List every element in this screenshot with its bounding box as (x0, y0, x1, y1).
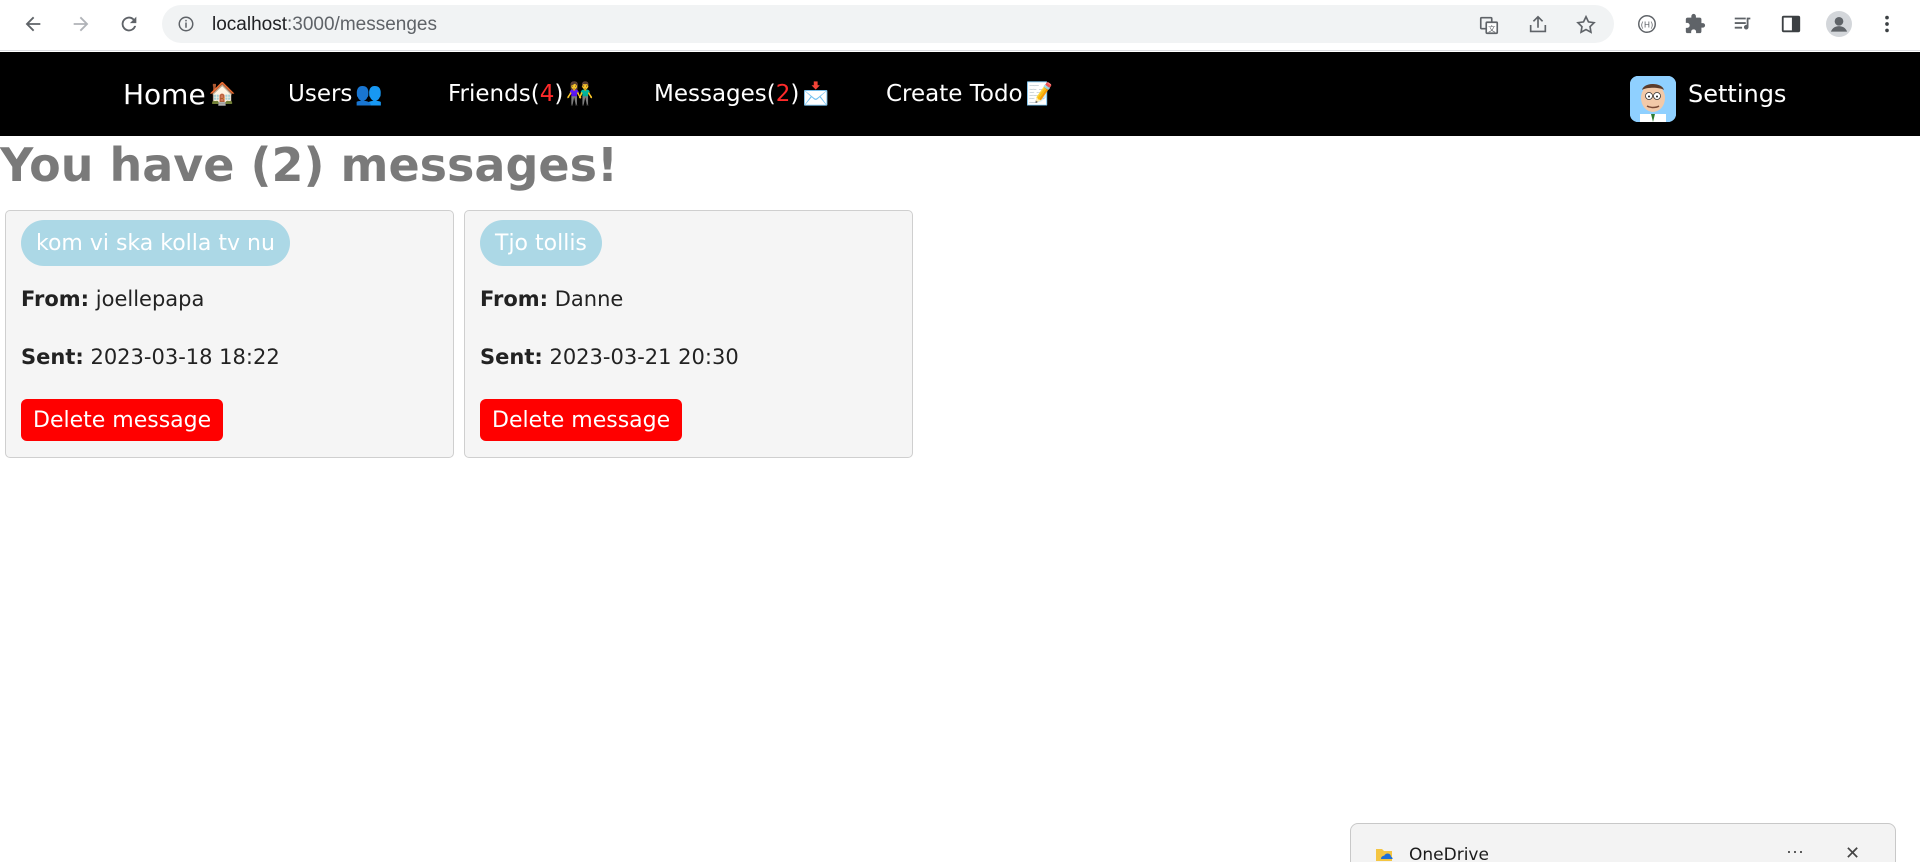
address-bar[interactable]: localhost:3000/messenges 文 (162, 5, 1614, 43)
sent-label: Sent: (480, 345, 543, 369)
bookmark-star-icon[interactable] (1575, 14, 1597, 36)
close-icon[interactable]: ✕ (1845, 843, 1860, 862)
site-info-icon[interactable] (177, 15, 195, 33)
more-options-icon[interactable]: ··· (1786, 841, 1804, 862)
message-from: From: joellepapa (21, 287, 204, 311)
extension-h-icon[interactable]: (H) (1634, 11, 1660, 37)
nav-messages-link[interactable]: Messages(2) 📩 (654, 52, 830, 136)
app-navbar: Home 🏠 Users 👥 Friends(4) 👫 Messages(2) … (0, 52, 1920, 136)
onedrive-notification[interactable]: OneDrive ··· ✕ (1350, 823, 1896, 862)
share-icon[interactable] (1527, 14, 1549, 36)
url-text: localhost:3000/messenges (212, 14, 437, 35)
sent-value: 2023-03-21 20:30 (549, 345, 739, 369)
svg-text:(H): (H) (1641, 20, 1654, 30)
message-subject: kom vi ska kolla tv nu (21, 220, 290, 266)
back-arrow-icon[interactable] (18, 9, 48, 39)
from-label: From: (480, 287, 549, 311)
translate-icon[interactable]: 文 (1478, 14, 1500, 36)
nav-create-todo-label: Create Todo (886, 81, 1023, 107)
from-label: From: (21, 287, 90, 311)
nav-home-link[interactable]: Home 🏠 (123, 52, 236, 136)
nav-settings-link[interactable]: Settings (1688, 52, 1786, 136)
nav-messages-paren: ) (790, 81, 800, 107)
reload-icon[interactable] (114, 9, 144, 39)
message-sent: Sent: 2023-03-21 20:30 (480, 345, 739, 369)
nav-users-label: Users (288, 81, 353, 107)
friends-count-badge: 4 (539, 81, 555, 107)
house-icon: 🏠 (208, 81, 237, 107)
profile-avatar-icon[interactable] (1826, 11, 1852, 37)
onedrive-folder-icon (1376, 849, 1393, 861)
message-card: Tjo tollis From: Danne Sent: 2023-03-21 … (464, 210, 913, 458)
message-subject: Tjo tollis (480, 220, 602, 266)
cartoon-avatar-icon (1630, 76, 1676, 122)
messages-count-badge: 2 (775, 81, 791, 107)
sent-label: Sent: (21, 345, 84, 369)
nav-friends-paren: ) (554, 81, 564, 107)
nav-friends-label: Friends( (448, 81, 540, 107)
side-panel-icon[interactable] (1778, 11, 1804, 37)
nav-messages-label: Messages( (654, 81, 776, 107)
message-card: kom vi ska kolla tv nu From: joellepapa … (5, 210, 454, 458)
extensions-puzzle-icon[interactable] (1682, 11, 1708, 37)
memo-icon: 📝 (1025, 81, 1054, 107)
forward-arrow-icon[interactable] (66, 9, 96, 39)
from-value: joellepapa (95, 287, 205, 311)
browser-toolbar: localhost:3000/messenges 文 (H) (0, 0, 1920, 51)
message-from: From: Danne (480, 287, 623, 311)
message-sent: Sent: 2023-03-18 18:22 (21, 345, 280, 369)
notification-title: OneDrive (1409, 845, 1489, 862)
delete-message-button[interactable]: Delete message (21, 399, 224, 441)
nav-home-label: Home (123, 77, 206, 111)
sent-value: 2023-03-18 18:22 (90, 345, 280, 369)
page-title: You have (2) messages! (0, 138, 618, 192)
from-value: Danne (554, 287, 624, 311)
svg-text:文: 文 (1488, 24, 1496, 33)
delete-message-button[interactable]: Delete message (480, 399, 683, 441)
friends-icon: 👫 (566, 81, 594, 107)
nav-friends-link[interactable]: Friends(4) 👫 (448, 52, 594, 136)
browser-menu-icon[interactable] (1874, 11, 1900, 37)
nav-users-link[interactable]: Users 👥 (288, 52, 383, 136)
user-avatar[interactable] (1630, 76, 1676, 122)
nav-create-todo-link[interactable]: Create Todo 📝 (886, 52, 1053, 136)
users-icon: 👥 (355, 81, 383, 107)
envelope-icon: 📩 (802, 81, 830, 107)
media-queue-icon[interactable] (1730, 11, 1756, 37)
